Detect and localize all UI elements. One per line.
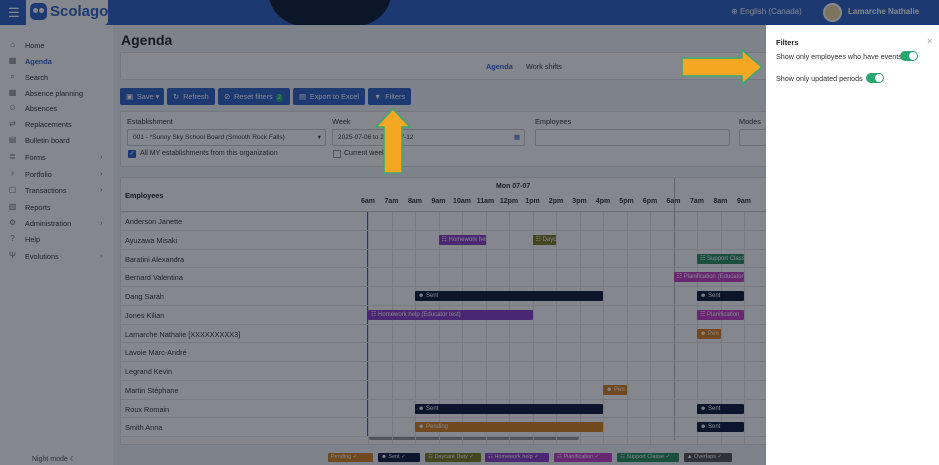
updated-periods-label: Show only updated periods — [776, 74, 863, 83]
filters-panel: Filters × Show only employees who have e… — [766, 25, 939, 465]
events-only-toggle[interactable] — [900, 51, 918, 61]
filters-panel-title: Filters — [776, 38, 799, 47]
close-icon[interactable]: × — [927, 36, 932, 46]
updated-periods-toggle[interactable] — [866, 73, 884, 83]
events-only-label: Show only employees who have events — [776, 52, 902, 61]
